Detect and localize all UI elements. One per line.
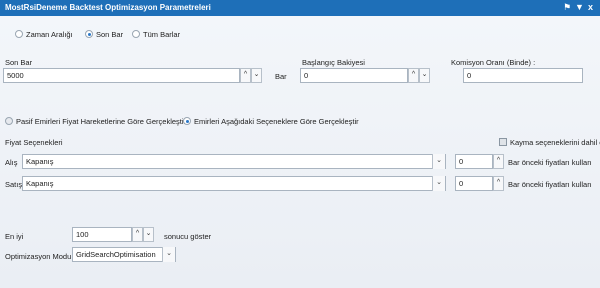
- radio-orders-by-options[interactable]: [183, 117, 191, 125]
- radio-passive-orders[interactable]: [5, 117, 13, 125]
- parameters-panel: Zaman Aralığı Son Bar Tüm Barlar Son Bar…: [0, 16, 600, 288]
- radio-son-bar[interactable]: [85, 30, 93, 38]
- sell-label: Satış: [5, 180, 23, 189]
- pin-icon[interactable]: ⚑: [563, 2, 571, 13]
- sell-bars-increment-button[interactable]: ^: [493, 176, 504, 191]
- optimization-mode-select[interactable]: GridSearchOptimisation ⌄: [72, 247, 176, 262]
- son-bar-label: Son Bar: [5, 58, 33, 67]
- optimization-mode-label: Optimizasyon Modu: [5, 252, 72, 261]
- start-balance-decrement-button[interactable]: ⌄: [419, 68, 430, 83]
- commission-input[interactable]: 0: [463, 68, 583, 83]
- commission-label: Komisyon Oranı (Binde) :: [451, 58, 536, 67]
- best-label: En iyi: [5, 232, 24, 241]
- start-balance-input[interactable]: 0: [300, 68, 408, 83]
- sell-bars-suffix: Bar önceki fiyatları kullan: [508, 180, 592, 189]
- buy-label: Alış: [5, 158, 18, 167]
- title-bar: MostRsiDeneme Backtest Optimizasyon Para…: [0, 0, 600, 16]
- buy-bars-input[interactable]: 0: [455, 154, 493, 169]
- price-options-label: Fiyat Seçenekleri: [5, 138, 63, 147]
- best-decrement-button[interactable]: ⌄: [143, 227, 154, 242]
- chevron-down-icon[interactable]: ⌄: [432, 154, 445, 169]
- son-bar-increment-button[interactable]: ^: [240, 68, 251, 83]
- chevron-down-icon[interactable]: ⌄: [432, 176, 445, 191]
- slippage-label: Kayma seçeneklerini dahil et: [510, 138, 600, 147]
- radio-zaman-araligi-label: Zaman Aralığı: [26, 30, 73, 39]
- buy-price-value: Kapanış: [26, 157, 54, 166]
- radio-zaman-araligi[interactable]: [15, 30, 23, 38]
- son-bar-input[interactable]: 5000: [3, 68, 240, 83]
- window-menu-icon[interactable]: ▼: [575, 2, 584, 13]
- best-suffix: sonucu göster: [164, 232, 212, 241]
- start-balance-label: Başlangıç Bakiyesi: [302, 58, 365, 67]
- slippage-checkbox[interactable]: [499, 138, 507, 146]
- best-input[interactable]: 100: [72, 227, 132, 242]
- chevron-down-icon[interactable]: ⌄: [162, 247, 175, 262]
- radio-son-bar-label: Son Bar: [96, 30, 124, 39]
- sell-price-value: Kapanış: [26, 179, 54, 188]
- close-button[interactable]: x: [588, 2, 593, 13]
- best-increment-button[interactable]: ^: [132, 227, 143, 242]
- radio-tum-barlar-label: Tüm Barlar: [143, 30, 181, 39]
- buy-price-select[interactable]: Kapanış ⌄: [22, 154, 446, 169]
- buy-bars-suffix: Bar önceki fiyatları kullan: [508, 158, 592, 167]
- son-bar-decrement-button[interactable]: ⌄: [251, 68, 262, 83]
- radio-tum-barlar[interactable]: [132, 30, 140, 38]
- start-balance-increment-button[interactable]: ^: [408, 68, 419, 83]
- optimization-mode-value: GridSearchOptimisation: [76, 250, 156, 259]
- buy-bars-increment-button[interactable]: ^: [493, 154, 504, 169]
- son-bar-unit: Bar: [275, 72, 287, 81]
- radio-passive-orders-label: Pasif Emirleri Fiyat Hareketlerine Göre …: [16, 117, 187, 126]
- window-title: MostRsiDeneme Backtest Optimizasyon Para…: [5, 3, 211, 12]
- sell-bars-input[interactable]: 0: [455, 176, 493, 191]
- sell-price-select[interactable]: Kapanış ⌄: [22, 176, 446, 191]
- radio-orders-by-options-label: Emirleri Aşağıdaki Seçeneklere Göre Gerç…: [194, 117, 359, 126]
